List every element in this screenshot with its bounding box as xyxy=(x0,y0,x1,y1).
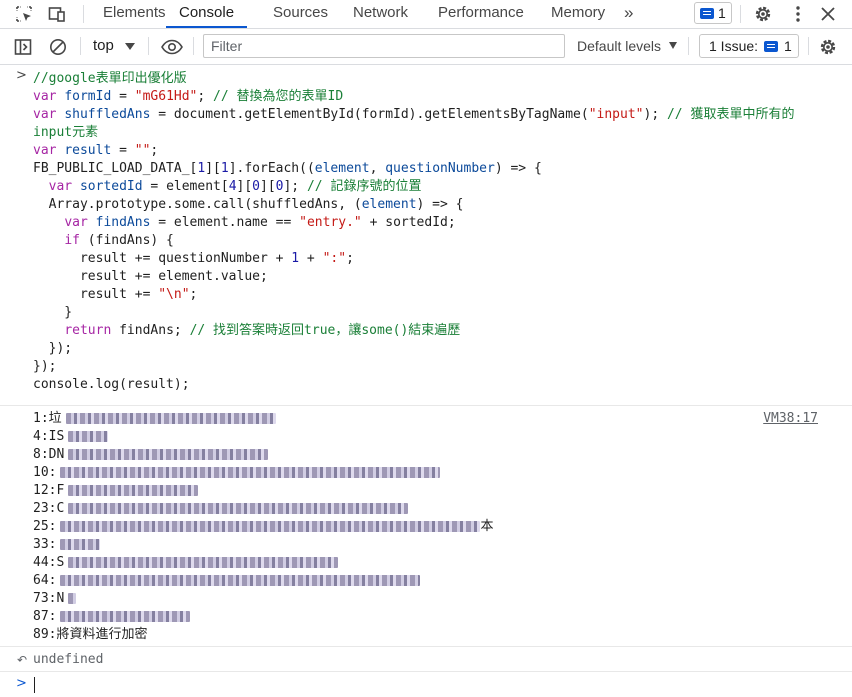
return-arrow-icon: ↶ xyxy=(17,653,28,667)
redacted-text xyxy=(60,575,421,586)
divider xyxy=(80,37,81,55)
chevron-down-icon[interactable] xyxy=(125,43,135,50)
divider xyxy=(0,671,852,672)
output-line: 73:N xyxy=(33,590,494,608)
more-tabs-icon[interactable]: » xyxy=(624,0,633,28)
inspect-element-icon[interactable] xyxy=(14,4,34,24)
redacted-text xyxy=(68,449,269,460)
output-line: 33: xyxy=(33,536,494,554)
code-line: Array.prototype.some.call(shuffledAns, (… xyxy=(33,197,464,212)
live-expression-eye-icon[interactable] xyxy=(160,37,184,57)
output-line: 4:IS xyxy=(33,428,494,446)
output-line: 64: xyxy=(33,572,494,590)
redacted-text xyxy=(68,503,409,514)
devtools-tabbar: Elements Console Sources Network Perform… xyxy=(0,0,852,29)
tab-performance[interactable]: Performance xyxy=(438,0,524,28)
divider xyxy=(688,37,689,55)
tab-network[interactable]: Network xyxy=(353,0,408,28)
tab-console[interactable]: Console xyxy=(166,0,248,28)
divider xyxy=(83,5,84,23)
output-line: 10: xyxy=(33,464,494,482)
redacted-text xyxy=(68,593,77,604)
chevron-down-icon[interactable] xyxy=(669,42,677,49)
code-line: console.log(result); xyxy=(33,377,190,392)
code-line: result += element.value; xyxy=(33,269,268,284)
message-icon xyxy=(700,8,714,19)
console-settings-gear-icon[interactable] xyxy=(818,37,838,57)
redacted-text xyxy=(60,521,481,532)
output-line: 25: 本 xyxy=(33,519,494,534)
source-link[interactable]: VM38:17 xyxy=(763,411,818,426)
redacted-text xyxy=(60,539,101,550)
prompt-chevron-icon: > xyxy=(16,676,27,691)
return-value: undefined xyxy=(33,652,104,667)
divider xyxy=(193,37,194,55)
code-line: var sortedId = element[4][0][0]; // 記錄序號… xyxy=(48,179,422,194)
code-line: return findAns; // 找到答案時返回true，讓some()結束… xyxy=(64,323,461,338)
input-chevron-icon: > xyxy=(16,68,27,83)
code-line: //google表單印出優化版 xyxy=(33,71,187,86)
output-line: 8:DN xyxy=(33,446,494,464)
redacted-text xyxy=(60,611,191,622)
code-line: var formId = "mG61Hd"; // 替換為您的表單ID xyxy=(33,89,344,104)
code-line: FB_PUBLIC_LOAD_DATA_[1][1].forEach((elem… xyxy=(33,161,542,176)
issues-count: 1 xyxy=(784,38,792,54)
redacted-text xyxy=(68,431,109,442)
code-line: } xyxy=(33,305,73,320)
executed-code: //google表單印出優化版 var formId = "mG61Hd"; /… xyxy=(33,70,833,394)
output-line: 12:F xyxy=(33,482,494,500)
more-options-icon[interactable] xyxy=(788,4,808,24)
issues-label: 1 Issue: xyxy=(709,38,759,54)
output-line: 1:垃 xyxy=(33,410,494,428)
divider xyxy=(0,646,852,647)
log-output: 1:垃 4:IS 8:DN 10: 12:F 23:C 25: 本 33: 44:… xyxy=(33,410,494,644)
console-toolbar: top Default levels 1 Issue: 1 xyxy=(0,29,852,65)
clear-console-icon[interactable] xyxy=(48,37,68,57)
filter-input[interactable] xyxy=(203,34,565,58)
code-line: var findAns = element.name == "entry." +… xyxy=(64,215,456,230)
close-icon[interactable] xyxy=(818,4,838,24)
code-line: result += "\n"; xyxy=(33,287,198,302)
console-input-caret[interactable] xyxy=(34,677,35,693)
redacted-text xyxy=(68,485,199,496)
tab-memory[interactable]: Memory xyxy=(551,0,605,28)
output-line: 87: xyxy=(33,608,494,626)
output-line: 44:S xyxy=(33,554,494,572)
code-line: }); xyxy=(33,341,73,356)
issues-button[interactable]: 1 Issue: 1 xyxy=(699,34,799,58)
message-icon xyxy=(764,41,778,52)
output-line: 89:將資料進行加密 xyxy=(33,627,148,642)
divider xyxy=(148,37,149,55)
settings-gear-icon[interactable] xyxy=(753,4,773,24)
divider xyxy=(808,37,809,55)
redacted-text xyxy=(60,467,441,478)
divider xyxy=(740,5,741,23)
tab-sources[interactable]: Sources xyxy=(273,0,328,28)
output-line: 23:C xyxy=(33,500,494,518)
context-selector[interactable]: top xyxy=(93,29,114,63)
redacted-text xyxy=(65,413,276,424)
messages-badge[interactable]: 1 xyxy=(694,2,732,24)
code-line: var result = ""; xyxy=(33,143,159,158)
log-levels-dropdown[interactable]: Default levels xyxy=(577,29,661,63)
divider xyxy=(0,405,852,406)
messages-count: 1 xyxy=(718,5,726,21)
code-line: var shuffledAns = document.getElementByI… xyxy=(33,107,795,140)
code-line: if (findAns) { xyxy=(64,233,174,248)
redacted-text xyxy=(68,557,339,568)
tab-elements[interactable]: Elements xyxy=(103,0,166,28)
sidebar-toggle-icon[interactable] xyxy=(13,37,33,57)
code-line: result += questionNumber + 1 + ":"; xyxy=(33,251,354,266)
device-toolbar-icon[interactable] xyxy=(47,4,67,24)
code-line: }); xyxy=(33,359,57,374)
